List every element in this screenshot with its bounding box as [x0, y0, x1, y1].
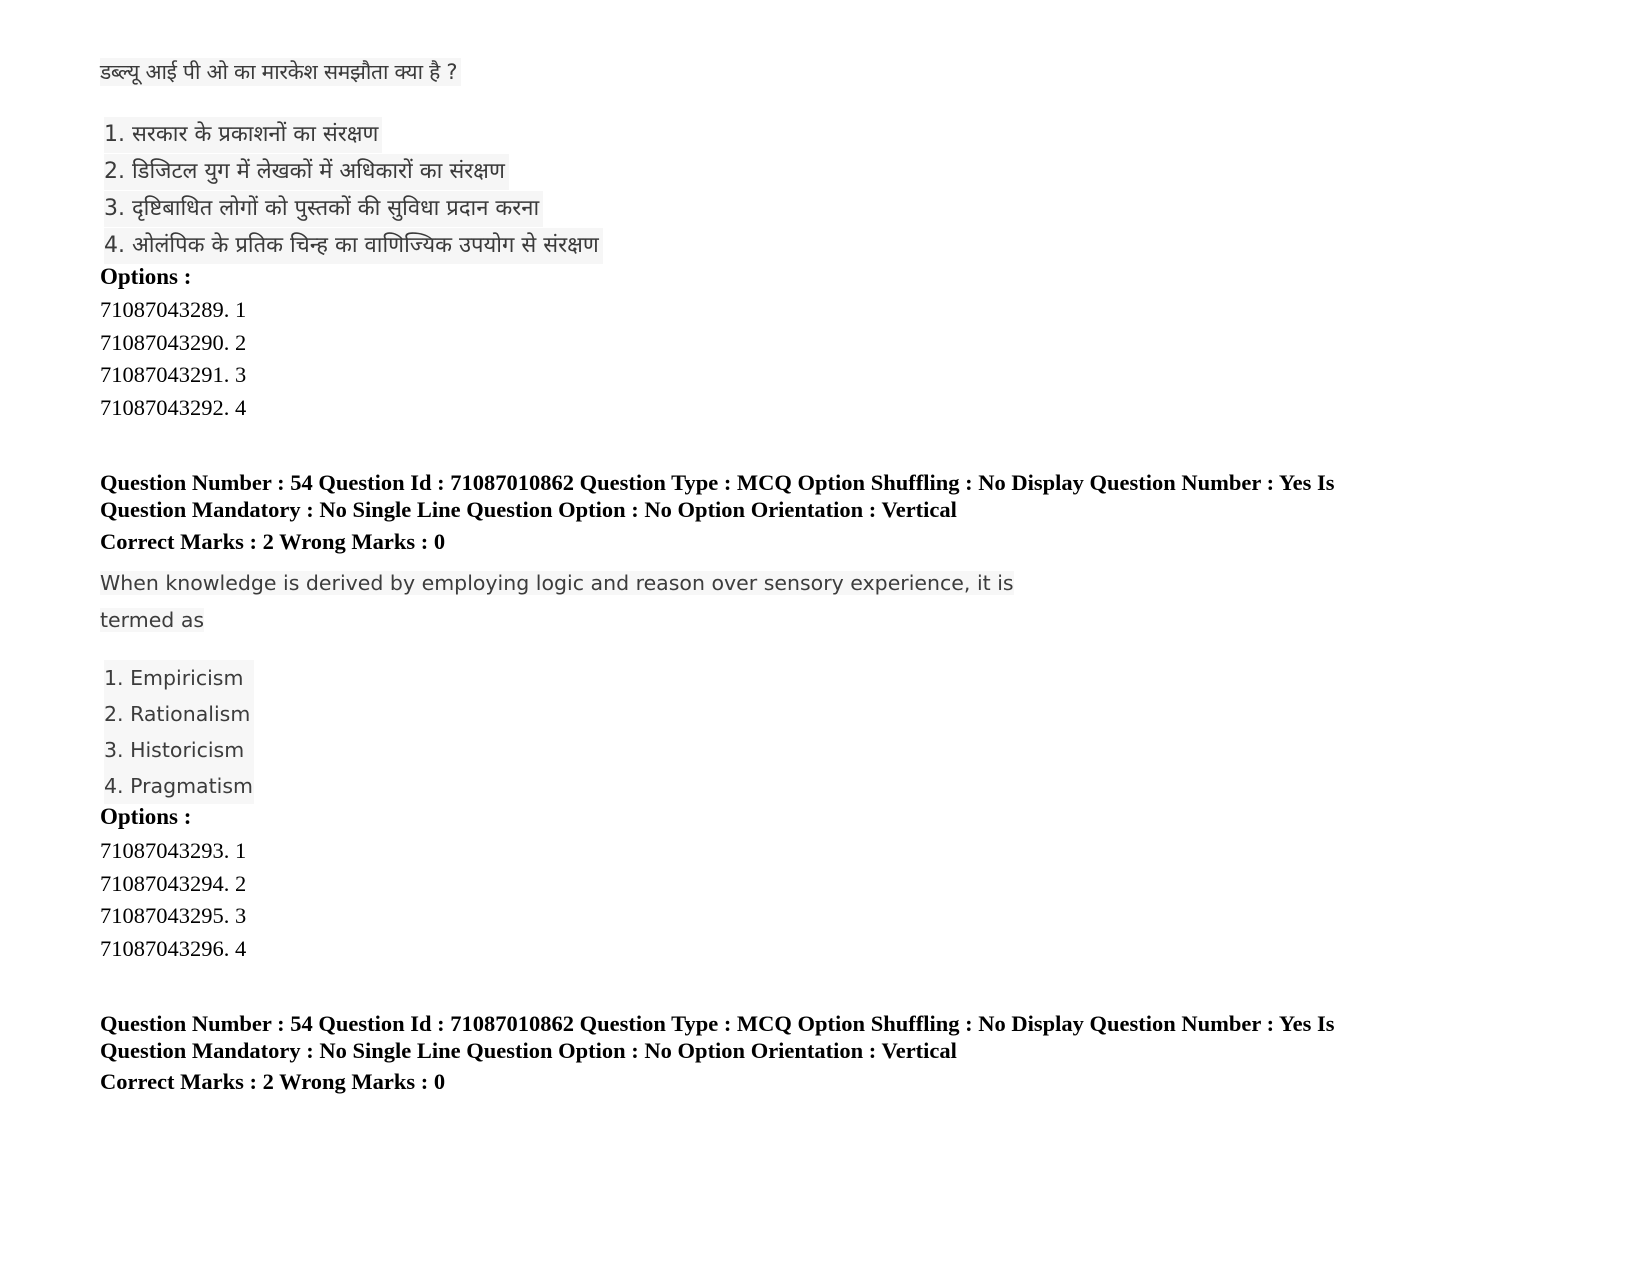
question-meta: Question Number : 54 Question Id : 71087… — [100, 469, 1440, 523]
choice-item: 4. ओलंपिक के प्रतिक चिन्ह का वाणिज्यिक उ… — [104, 227, 603, 264]
choice-item: 3. दृष्टिबाधित लोगों को पुस्तकों की सुवि… — [104, 190, 603, 227]
option-id-item: 71087043295. 3 — [100, 903, 247, 928]
choice-item: 4. Pragmatism — [104, 768, 254, 804]
marks-info: Correct Marks : 2 Wrong Marks : 0 — [100, 529, 446, 554]
options-label: Options : — [100, 804, 192, 829]
question-meta-line: Question Number : 54 Question Id : 71087… — [100, 1011, 1335, 1036]
options-label: Options : — [100, 264, 192, 289]
choice-item: 3. Historicism — [104, 732, 254, 768]
choice-item: 2. Rationalism — [104, 696, 254, 732]
option-id-item: 71087043296. 4 — [100, 935, 247, 961]
question-meta-line: Question Mandatory : No Single Line Ques… — [100, 497, 957, 522]
question-meta: Question Number : 54 Question Id : 71087… — [100, 1010, 1440, 1064]
option-id-list: 71087043289. 1 71087043290. 2 7108704329… — [100, 294, 246, 424]
choice-item: 2. डिजिटल युग में लेखकों में अधिकारों का… — [104, 153, 603, 190]
question-text-english: When knowledge is derived by employing l… — [100, 571, 1014, 632]
choice-item: 1. Empiricism — [104, 660, 254, 696]
option-id-item: 71087043290. 2 — [100, 329, 247, 355]
option-id-item: 71087043294. 2 — [100, 870, 247, 896]
choice-item: 1. सरकार के प्रकाशनों का संरक्षण — [104, 116, 603, 153]
question-meta-line: Question Mandatory : No Single Line Ques… — [100, 1038, 957, 1063]
answer-choices-hindi: 1. सरकार के प्रकाशनों का संरक्षण 2. डिजि… — [104, 116, 603, 264]
marks-info: Correct Marks : 2 Wrong Marks : 0 — [100, 1069, 446, 1094]
question-text-hindi: डब्ल्यू आई पी ओ का मारकेश समझौता क्या है… — [100, 58, 462, 86]
option-id-item: 71087043293. 1 — [100, 838, 247, 863]
option-id-item: 71087043292. 4 — [100, 394, 247, 420]
question-meta-line: Question Number : 54 Question Id : 71087… — [100, 470, 1335, 495]
answer-choices-english: 1. Empiricism 2. Rationalism 3. Historic… — [104, 660, 254, 804]
option-id-list: 71087043293. 1 71087043294. 2 7108704329… — [100, 835, 246, 965]
option-id-item: 71087043289. 1 — [100, 297, 247, 322]
option-id-item: 71087043291. 3 — [100, 362, 247, 387]
